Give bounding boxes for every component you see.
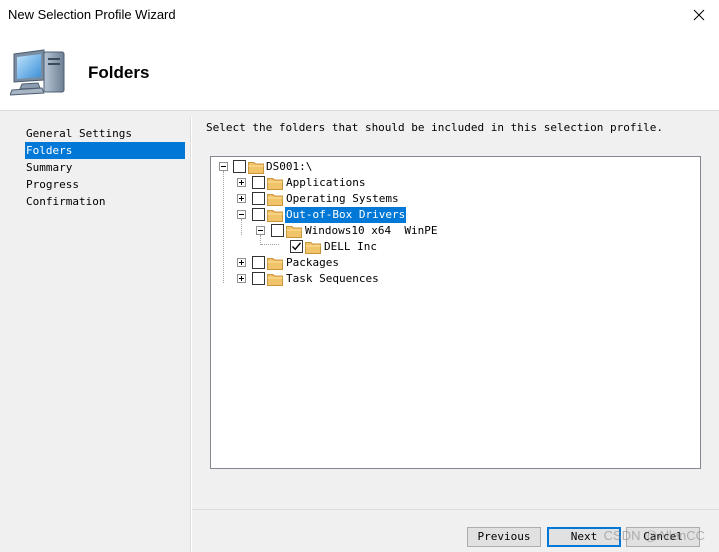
tree-node-label[interactable]: Operating Systems (285, 191, 400, 207)
step-list: General Settings Folders Summary Progres… (25, 125, 185, 210)
tree-node-root: DS001:\ (211, 159, 511, 175)
collapse-toggle[interactable] (237, 210, 246, 219)
close-icon (693, 9, 705, 21)
expand-toggle[interactable] (237, 178, 246, 187)
tree-checkbox[interactable] (252, 256, 265, 269)
tree-node-applications: Applications (211, 175, 511, 191)
folder-icon (267, 178, 283, 190)
checkmark-icon (291, 242, 302, 251)
title-bar: New Selection Profile Wizard (0, 0, 719, 30)
expand-toggle[interactable] (237, 194, 246, 203)
tree-checkbox-checked[interactable] (290, 240, 303, 253)
wizard-content: Select the folders that should be includ… (192, 117, 719, 509)
step-progress[interactable]: Progress (25, 176, 185, 193)
folder-icon (248, 162, 264, 174)
computer-icon (10, 49, 65, 96)
tree-node-operating-systems: Operating Systems (211, 191, 511, 207)
collapse-toggle[interactable] (256, 226, 265, 235)
tree-node-label[interactable]: DELL Inc (323, 239, 378, 255)
tree-node-label[interactable]: Windows10 x64 WinPE (304, 223, 438, 239)
step-folders[interactable]: Folders (25, 142, 185, 159)
tree-node-label[interactable]: Applications (285, 175, 366, 191)
tree-checkbox[interactable] (271, 224, 284, 237)
tree-node-dell-inc: DELL Inc (211, 239, 511, 255)
close-button[interactable] (679, 0, 719, 30)
folder-tree[interactable]: DS001:\ Applications Operating Systems O… (210, 156, 701, 469)
window-title: New Selection Profile Wizard (8, 7, 176, 22)
folder-icon (267, 194, 283, 206)
tree-checkbox[interactable] (252, 192, 265, 205)
next-button[interactable]: Next (547, 527, 621, 547)
wizard-footer: Previous Next Cancel (192, 509, 719, 552)
step-confirmation[interactable]: Confirmation (25, 193, 185, 210)
tree-node-packages: Packages (211, 255, 511, 271)
page-title: Folders (88, 63, 150, 82)
tree-checkbox[interactable] (252, 176, 265, 189)
folder-icon (267, 274, 283, 286)
previous-button[interactable]: Previous (467, 527, 541, 547)
cancel-button[interactable]: Cancel (626, 527, 700, 547)
tree-node-out-of-box-drivers: Out-of-Box Drivers (211, 207, 511, 223)
wizard-header: Folders (0, 30, 719, 110)
tree-checkbox[interactable] (252, 272, 265, 285)
tree-node-windows10-winpe: Windows10 x64 WinPE (211, 223, 531, 239)
step-summary[interactable]: Summary (25, 159, 185, 176)
wizard-steps-sidebar: General Settings Folders Summary Progres… (0, 117, 191, 552)
tree-node-label[interactable]: Task Sequences (285, 271, 380, 287)
expand-toggle[interactable] (237, 258, 246, 267)
step-general-settings[interactable]: General Settings (25, 125, 185, 142)
tree-checkbox[interactable] (252, 208, 265, 221)
collapse-toggle[interactable] (219, 162, 228, 171)
tree-checkbox[interactable] (233, 160, 246, 173)
tree-node-task-sequences: Task Sequences (211, 271, 511, 287)
expand-toggle[interactable] (237, 274, 246, 283)
tree-node-label[interactable]: Out-of-Box Drivers (285, 207, 407, 223)
tree-node-label[interactable]: DS001:\ (265, 159, 313, 175)
folder-icon (305, 242, 321, 254)
tree-node-label[interactable]: Packages (285, 255, 340, 271)
folder-icon (267, 258, 283, 270)
header-separator (0, 110, 719, 117)
folder-icon (286, 226, 302, 238)
folder-icon (267, 210, 283, 222)
instruction-text: Select the folders that should be includ… (206, 121, 663, 134)
